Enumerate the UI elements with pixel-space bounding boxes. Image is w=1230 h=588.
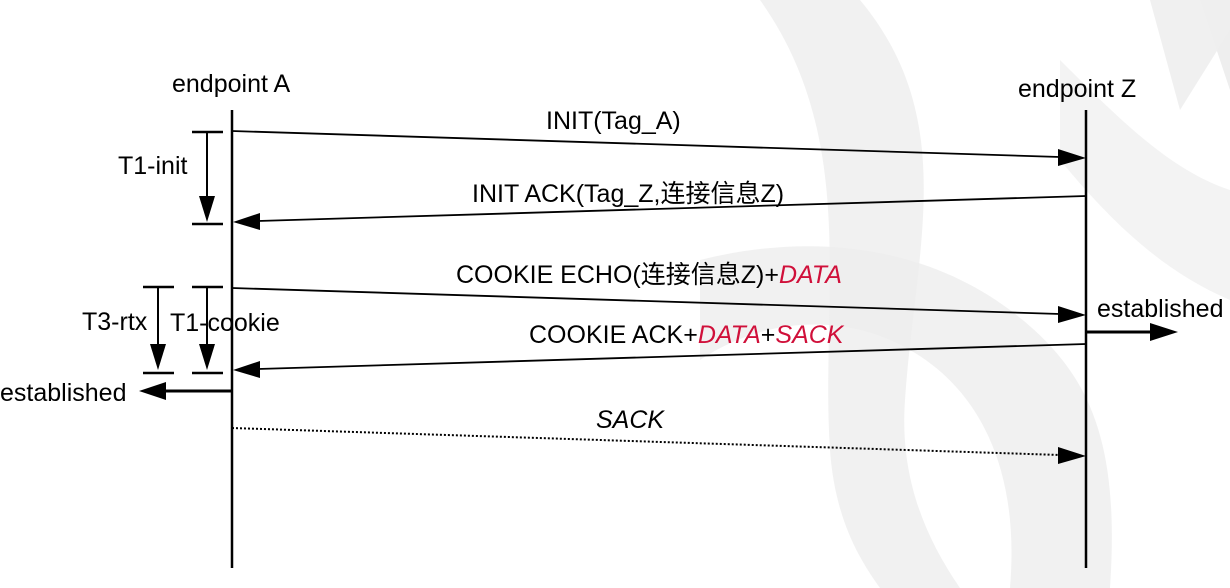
established-a-arrow [139, 382, 232, 400]
cookie-ack-plus-text: + [761, 321, 776, 349]
timer-t1-init-label: T1-init [118, 152, 188, 180]
established-a-label: established [0, 379, 126, 407]
timer-t1-cookie-label: T1-cookie [170, 309, 280, 337]
message-cookie-echo-label: COOKIE ECHO(连接信息Z)+DATA [456, 261, 842, 289]
cookie-echo-data-text: DATA [779, 261, 842, 289]
endpoint-a-label: endpoint A [172, 70, 290, 98]
watermark-logo [700, 0, 1230, 588]
timer-t3-rtx-label: T3-rtx [82, 308, 148, 336]
established-z-arrow [1086, 323, 1178, 341]
message-init-label: INIT(Tag_A) [546, 107, 681, 135]
message-sack-label: SACK [596, 406, 665, 434]
message-init-arrow [231, 130, 1086, 166]
cookie-echo-text: COOKIE ECHO(连接信息Z)+ [456, 261, 779, 289]
message-init-ack-label: INIT ACK(Tag_Z,连接信息Z) [472, 180, 784, 208]
sctp-handshake-diagram: endpoint A endpoint Z T1-init T3-rtx T1-… [0, 0, 1230, 588]
established-z-label: established [1097, 295, 1223, 323]
sequence-diagram-canvas: endpoint A endpoint Z T1-init T3-rtx T1-… [0, 0, 1230, 588]
timer-t1-init [192, 130, 223, 226]
cookie-ack-data-text: DATA [698, 321, 761, 349]
cookie-ack-sack-text: SACK [775, 321, 844, 349]
endpoint-z-label: endpoint Z [1018, 75, 1136, 103]
message-cookie-ack-label: COOKIE ACK+DATA+SACK [529, 321, 845, 349]
cookie-ack-text: COOKIE ACK+ [529, 321, 698, 349]
